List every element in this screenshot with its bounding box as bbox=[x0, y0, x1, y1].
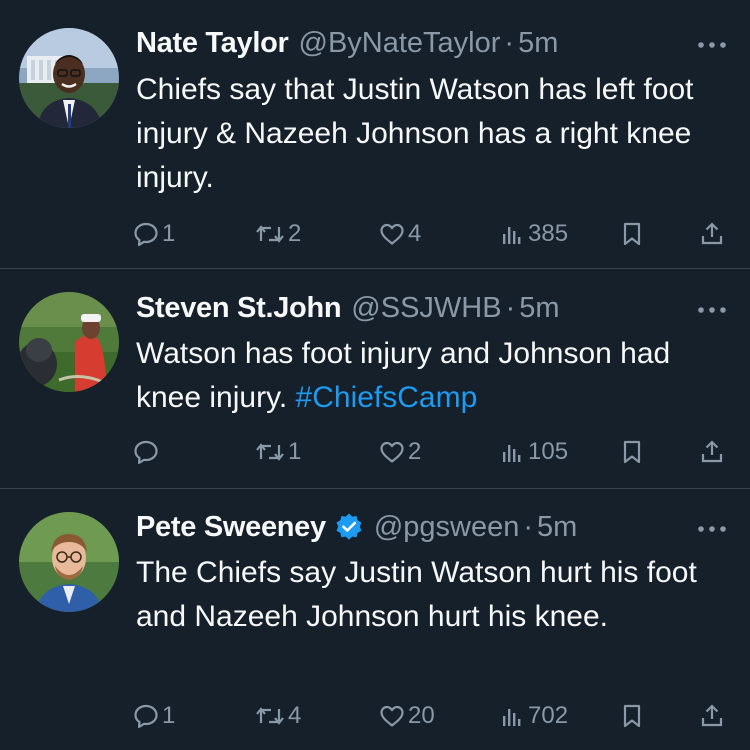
views-button[interactable]: 105 bbox=[498, 435, 568, 469]
views-icon bbox=[503, 227, 521, 244]
retweet-button[interactable]: 2 bbox=[254, 217, 301, 251]
like-button[interactable]: 2 bbox=[378, 435, 421, 469]
share-button[interactable] bbox=[698, 699, 726, 733]
tweet-header: Steven St.John @SSJWHB · 5m bbox=[136, 289, 650, 327]
retweet-icon bbox=[256, 443, 284, 461]
reply-button[interactable]: 1 bbox=[132, 217, 175, 251]
timestamp[interactable]: 5m bbox=[537, 508, 577, 546]
views-icon bbox=[503, 709, 521, 726]
view-count: 702 bbox=[528, 702, 569, 729]
timeline-feed: Nate Taylor @ByNateTaylor · 5m Chiefs sa… bbox=[0, 0, 750, 750]
bookmark-button[interactable] bbox=[618, 699, 646, 733]
tweet-text-content: The Chiefs say Justin Watson hurt his fo… bbox=[136, 556, 697, 633]
more-options-icon[interactable] bbox=[696, 38, 728, 52]
heart-icon bbox=[380, 441, 404, 463]
retweet-icon bbox=[256, 707, 284, 725]
share-button[interactable] bbox=[698, 435, 726, 469]
display-name[interactable]: Steven St.John bbox=[136, 289, 342, 327]
reply-button[interactable] bbox=[132, 435, 162, 469]
tweet-text: Watson has foot injury and Johnson had k… bbox=[136, 332, 722, 420]
tweet[interactable]: Pete Sweeney @pgsween · 5m The Chiefs sa… bbox=[0, 488, 750, 750]
user-handle[interactable]: @SSJWHB bbox=[351, 289, 501, 327]
view-count: 105 bbox=[528, 438, 569, 465]
views-button[interactable]: 385 bbox=[498, 217, 568, 251]
timestamp[interactable]: 5m bbox=[518, 24, 558, 62]
tweet-text: Chiefs say that Justin Watson has left f… bbox=[136, 68, 722, 200]
views-button[interactable]: 702 bbox=[498, 699, 568, 733]
like-count: 20 bbox=[408, 702, 435, 729]
view-count: 385 bbox=[528, 220, 569, 247]
more-options-icon[interactable] bbox=[696, 303, 728, 317]
views-icon bbox=[503, 445, 521, 462]
verified-badge-icon bbox=[334, 512, 364, 542]
bookmark-icon bbox=[623, 704, 641, 728]
tweet-header: Nate Taylor @ByNateTaylor · 5m bbox=[136, 24, 650, 62]
user-handle[interactable]: @ByNateTaylor bbox=[299, 24, 501, 62]
tweet[interactable]: Nate Taylor @ByNateTaylor · 5m Chiefs sa… bbox=[0, 0, 750, 268]
reply-icon bbox=[134, 440, 158, 465]
more-options-icon[interactable] bbox=[696, 522, 728, 536]
like-button[interactable]: 20 bbox=[378, 699, 435, 733]
display-name[interactable]: Pete Sweeney bbox=[136, 508, 326, 546]
bookmark-icon bbox=[623, 440, 641, 464]
action-bar: 1 4 20 702 bbox=[132, 699, 732, 733]
bookmark-icon bbox=[623, 222, 641, 246]
avatar[interactable] bbox=[19, 292, 119, 392]
avatar-image bbox=[19, 28, 119, 128]
reply-icon bbox=[134, 704, 158, 729]
retweet-icon bbox=[256, 225, 284, 243]
hashtag-link[interactable]: #ChiefsCamp bbox=[296, 381, 478, 414]
reply-icon bbox=[134, 222, 158, 247]
tweet-header: Pete Sweeney @pgsween · 5m bbox=[136, 508, 650, 546]
like-button[interactable]: 4 bbox=[378, 217, 421, 251]
separator-dot: · bbox=[505, 292, 516, 324]
tweet-text: The Chiefs say Justin Watson hurt his fo… bbox=[136, 551, 722, 639]
separator-dot: · bbox=[504, 27, 515, 59]
reply-count: 1 bbox=[162, 702, 176, 729]
retweet-count: 2 bbox=[288, 220, 302, 247]
action-bar: 1 2 105 bbox=[132, 435, 732, 469]
avatar[interactable] bbox=[19, 512, 119, 612]
retweet-button[interactable]: 4 bbox=[254, 699, 301, 733]
avatar[interactable] bbox=[19, 28, 119, 128]
tweet[interactable]: Steven St.John @SSJWHB · 5m Watson has f… bbox=[0, 268, 750, 488]
share-icon bbox=[701, 704, 723, 727]
reply-count: 1 bbox=[162, 220, 176, 247]
separator-dot: · bbox=[523, 511, 534, 543]
heart-icon bbox=[380, 705, 404, 727]
action-bar: 1 2 4 385 bbox=[132, 217, 732, 251]
like-count: 2 bbox=[408, 438, 422, 465]
tweet-text-content: Chiefs say that Justin Watson has left f… bbox=[136, 73, 694, 194]
heart-icon bbox=[380, 223, 404, 245]
reply-button[interactable]: 1 bbox=[132, 699, 175, 733]
retweet-count: 1 bbox=[288, 438, 302, 465]
display-name[interactable]: Nate Taylor bbox=[136, 24, 289, 62]
share-icon bbox=[701, 222, 723, 245]
share-button[interactable] bbox=[698, 217, 726, 251]
avatar-image bbox=[19, 292, 119, 392]
retweet-count: 4 bbox=[288, 702, 302, 729]
retweet-button[interactable]: 1 bbox=[254, 435, 301, 469]
bookmark-button[interactable] bbox=[618, 217, 646, 251]
like-count: 4 bbox=[408, 220, 422, 247]
avatar-image bbox=[19, 512, 119, 612]
bookmark-button[interactable] bbox=[618, 435, 646, 469]
user-handle[interactable]: @pgsween bbox=[374, 508, 520, 546]
share-icon bbox=[701, 440, 723, 463]
timestamp[interactable]: 5m bbox=[519, 289, 559, 327]
